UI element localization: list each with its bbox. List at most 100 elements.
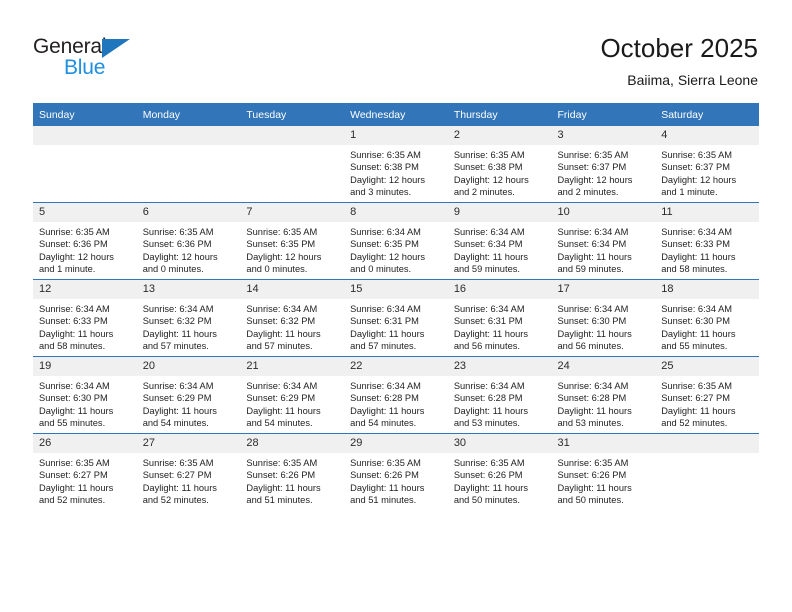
day-number: 7 bbox=[240, 203, 345, 222]
calendar-week-row: 26 Sunrise: 6:35 AM Sunset: 6:27 PM Dayligh… bbox=[33, 433, 759, 510]
daylight-text-line2: and 54 minutes. bbox=[142, 418, 209, 429]
daylight-text-line1: Daylight: 11 hours bbox=[557, 482, 632, 493]
daylight-text-line1: Daylight: 12 hours bbox=[350, 251, 426, 262]
sunset-text: Sunset: 6:29 PM bbox=[142, 393, 212, 404]
sunrise-text: Sunrise: 6:34 AM bbox=[453, 381, 525, 391]
daylight-text-line1: Daylight: 12 hours bbox=[142, 251, 218, 262]
day-details: Sunrise: 6:34 AM Sunset: 6:29 PM Daylight:… bbox=[137, 376, 241, 430]
daylight-text-line2: and 1 minute. bbox=[661, 187, 718, 198]
page-header: General Blue October 2025 Baiima, Sierra… bbox=[0, 0, 792, 100]
calendar-week-row: 1 Sunrise: 6:35 AM Sunset: 6:38 PM Daylight… bbox=[33, 126, 759, 203]
daylight-text-line1: Daylight: 12 hours bbox=[246, 251, 322, 262]
day-number: 26 bbox=[33, 434, 137, 453]
day-details: Sunrise: 6:35 AM Sunset: 6:27 PM Daylight:… bbox=[33, 453, 137, 507]
daylight-text-line1: Daylight: 12 hours bbox=[661, 174, 737, 185]
sunset-text: Sunset: 6:27 PM bbox=[661, 393, 730, 404]
sunrise-text: Sunrise: 6:35 AM bbox=[453, 458, 525, 468]
day-number: 30 bbox=[447, 434, 552, 453]
daylight-text-line2: and 0 minutes. bbox=[350, 264, 412, 275]
calendar-day-cell[interactable]: 21 Sunrise: 6:34 AM Sunset: 6:29 PM Dayligh… bbox=[240, 356, 345, 434]
calendar-day-cell[interactable]: 9 Sunrise: 6:34 AM Sunset: 6:34 PM Daylight… bbox=[447, 202, 552, 280]
calendar-day-cell[interactable]: 15 Sunrise: 6:34 AM Sunset: 6:31 PM Dayligh… bbox=[344, 279, 448, 357]
calendar-day-cell[interactable]: 25 Sunrise: 6:35 AM Sunset: 6:27 PM Dayligh… bbox=[655, 356, 759, 434]
calendar-day-cell[interactable]: 7 Sunrise: 6:35 AM Sunset: 6:35 PM Daylight… bbox=[240, 202, 345, 280]
day-number: 29 bbox=[344, 434, 448, 453]
sunset-text: Sunset: 6:33 PM bbox=[39, 316, 108, 327]
day-number: 21 bbox=[240, 357, 345, 376]
calendar-day-cell[interactable]: 17 Sunrise: 6:34 AM Sunset: 6:30 PM Dayligh… bbox=[551, 279, 656, 357]
daylight-text-line2: and 51 minutes. bbox=[246, 495, 313, 506]
day-details: Sunrise: 6:34 AM Sunset: 6:34 PM Daylight:… bbox=[552, 222, 656, 276]
calendar-day-cell[interactable]: 10 Sunrise: 6:34 AM Sunset: 6:34 PM Dayligh… bbox=[551, 202, 656, 280]
calendar-day-cell[interactable]: 26 Sunrise: 6:35 AM Sunset: 6:27 PM Dayligh… bbox=[33, 433, 137, 510]
sunrise-text: Sunrise: 6:35 AM bbox=[350, 150, 421, 160]
day-details: Sunrise: 6:34 AM Sunset: 6:34 PM Daylight:… bbox=[448, 222, 552, 276]
daylight-text-line2: and 57 minutes. bbox=[350, 341, 417, 352]
calendar-day-cell[interactable]: 28 Sunrise: 6:35 AM Sunset: 6:26 PM Dayligh… bbox=[240, 433, 345, 510]
calendar-week-row: 19 Sunrise: 6:34 AM Sunset: 6:30 PM Dayligh… bbox=[33, 356, 759, 434]
calendar-day-cell[interactable]: 8 Sunrise: 6:34 AM Sunset: 6:35 PM Daylight… bbox=[344, 202, 448, 280]
calendar-day-cell[interactable]: 23 Sunrise: 6:34 AM Sunset: 6:28 PM Dayligh… bbox=[447, 356, 552, 434]
calendar-day-cell[interactable]: 22 Sunrise: 6:34 AM Sunset: 6:28 PM Dayligh… bbox=[344, 356, 448, 434]
calendar-day-cell[interactable]: 11 Sunrise: 6:34 AM Sunset: 6:33 PM Dayligh… bbox=[655, 202, 759, 280]
calendar-day-cell[interactable]: 3 Sunrise: 6:35 AM Sunset: 6:37 PM Daylight… bbox=[551, 126, 656, 203]
calendar-day-cell[interactable]: 20 Sunrise: 6:34 AM Sunset: 6:29 PM Dayligh… bbox=[136, 356, 241, 434]
day-details: Sunrise: 6:34 AM Sunset: 6:35 PM Daylight:… bbox=[344, 222, 448, 276]
day-details: Sunrise: 6:34 AM Sunset: 6:28 PM Daylight:… bbox=[344, 376, 448, 430]
calendar-day-cell[interactable]: 30 Sunrise: 6:35 AM Sunset: 6:26 PM Dayligh… bbox=[447, 433, 552, 510]
day-details: Sunrise: 6:34 AM Sunset: 6:33 PM Daylight:… bbox=[33, 299, 137, 353]
sunset-text: Sunset: 6:26 PM bbox=[557, 470, 627, 481]
daylight-text-line1: Daylight: 11 hours bbox=[246, 405, 321, 416]
daylight-text-line1: Daylight: 11 hours bbox=[350, 405, 425, 416]
sunset-text: Sunset: 6:36 PM bbox=[142, 239, 212, 250]
calendar-day-cell[interactable]: 13 Sunrise: 6:34 AM Sunset: 6:32 PM Dayligh… bbox=[136, 279, 241, 357]
weekday-header-tuesday: Tuesday bbox=[240, 103, 345, 126]
calendar-day-cell[interactable]: 2 Sunrise: 6:35 AM Sunset: 6:38 PM Daylight… bbox=[447, 126, 552, 203]
calendar-day-cell[interactable]: 27 Sunrise: 6:35 AM Sunset: 6:27 PM Dayligh… bbox=[136, 433, 241, 510]
daylight-text-line1: Daylight: 12 hours bbox=[453, 174, 529, 185]
calendar-day-cell[interactable]: 31 Sunrise: 6:35 AM Sunset: 6:26 PM Dayligh… bbox=[551, 433, 656, 510]
calendar-day-cell[interactable]: 29 Sunrise: 6:35 AM Sunset: 6:26 PM Dayligh… bbox=[344, 433, 448, 510]
day-details: Sunrise: 6:35 AM Sunset: 6:27 PM Daylight:… bbox=[655, 376, 759, 430]
daylight-text-line1: Daylight: 11 hours bbox=[39, 405, 114, 416]
sunset-text: Sunset: 6:28 PM bbox=[557, 393, 627, 404]
weekday-header-friday: Friday bbox=[551, 103, 656, 126]
daylight-text-line1: Daylight: 11 hours bbox=[246, 328, 321, 339]
calendar-day-cell[interactable]: 1 Sunrise: 6:35 AM Sunset: 6:38 PM Daylight… bbox=[344, 126, 448, 203]
day-details: Sunrise: 6:34 AM Sunset: 6:33 PM Daylight:… bbox=[655, 222, 759, 276]
sunset-text: Sunset: 6:36 PM bbox=[39, 239, 108, 250]
calendar-day-cell[interactable]: 16 Sunrise: 6:34 AM Sunset: 6:31 PM Dayligh… bbox=[447, 279, 552, 357]
sunrise-text: Sunrise: 6:34 AM bbox=[246, 304, 318, 314]
daylight-text-line2: and 55 minutes. bbox=[39, 418, 106, 429]
calendar-day-cell[interactable]: 12 Sunrise: 6:34 AM Sunset: 6:33 PM Dayligh… bbox=[33, 279, 137, 357]
calendar-day-cell[interactable]: 14 Sunrise: 6:34 AM Sunset: 6:32 PM Dayligh… bbox=[240, 279, 345, 357]
calendar-day-cell[interactable]: 6 Sunrise: 6:35 AM Sunset: 6:36 PM Daylight… bbox=[136, 202, 241, 280]
sunset-text: Sunset: 6:26 PM bbox=[350, 470, 419, 481]
day-number: 23 bbox=[447, 357, 552, 376]
calendar-day-cell-empty bbox=[240, 126, 345, 203]
day-number: 3 bbox=[551, 126, 656, 145]
calendar-day-cell[interactable]: 5 Sunrise: 6:35 AM Sunset: 6:36 PM Daylight… bbox=[33, 202, 137, 280]
sunset-text: Sunset: 6:26 PM bbox=[453, 470, 523, 481]
calendar-day-cell[interactable]: 24 Sunrise: 6:34 AM Sunset: 6:28 PM Dayligh… bbox=[551, 356, 656, 434]
day-number: 27 bbox=[136, 434, 241, 453]
calendar-day-cell[interactable]: 4 Sunrise: 6:35 AM Sunset: 6:37 PM Daylight… bbox=[655, 126, 759, 203]
daylight-text-line2: and 58 minutes. bbox=[661, 264, 728, 275]
calendar-day-cell[interactable]: 19 Sunrise: 6:34 AM Sunset: 6:30 PM Dayligh… bbox=[33, 356, 137, 434]
day-number: 28 bbox=[240, 434, 345, 453]
daylight-text-line1: Daylight: 12 hours bbox=[350, 174, 426, 185]
daylight-text-line1: Daylight: 11 hours bbox=[661, 328, 736, 339]
day-number: 1 bbox=[344, 126, 448, 145]
sunset-text: Sunset: 6:31 PM bbox=[350, 316, 419, 327]
calendar-day-cell[interactable]: 18 Sunrise: 6:34 AM Sunset: 6:30 PM Dayligh… bbox=[655, 279, 759, 357]
calendar-week-row: 5 Sunrise: 6:35 AM Sunset: 6:36 PM Daylight… bbox=[33, 202, 759, 280]
day-number: 14 bbox=[240, 280, 345, 299]
day-number: 15 bbox=[344, 280, 448, 299]
day-details: Sunrise: 6:34 AM Sunset: 6:30 PM Daylight:… bbox=[655, 299, 759, 353]
daylight-text-line2: and 56 minutes. bbox=[557, 341, 624, 352]
day-details: Sunrise: 6:35 AM Sunset: 6:26 PM Daylight:… bbox=[552, 453, 656, 507]
day-number: 10 bbox=[551, 203, 656, 222]
title-block: October 2025 Baiima, Sierra Leone bbox=[600, 32, 758, 90]
sunrise-text: Sunrise: 6:35 AM bbox=[661, 381, 733, 391]
day-number bbox=[136, 126, 241, 145]
